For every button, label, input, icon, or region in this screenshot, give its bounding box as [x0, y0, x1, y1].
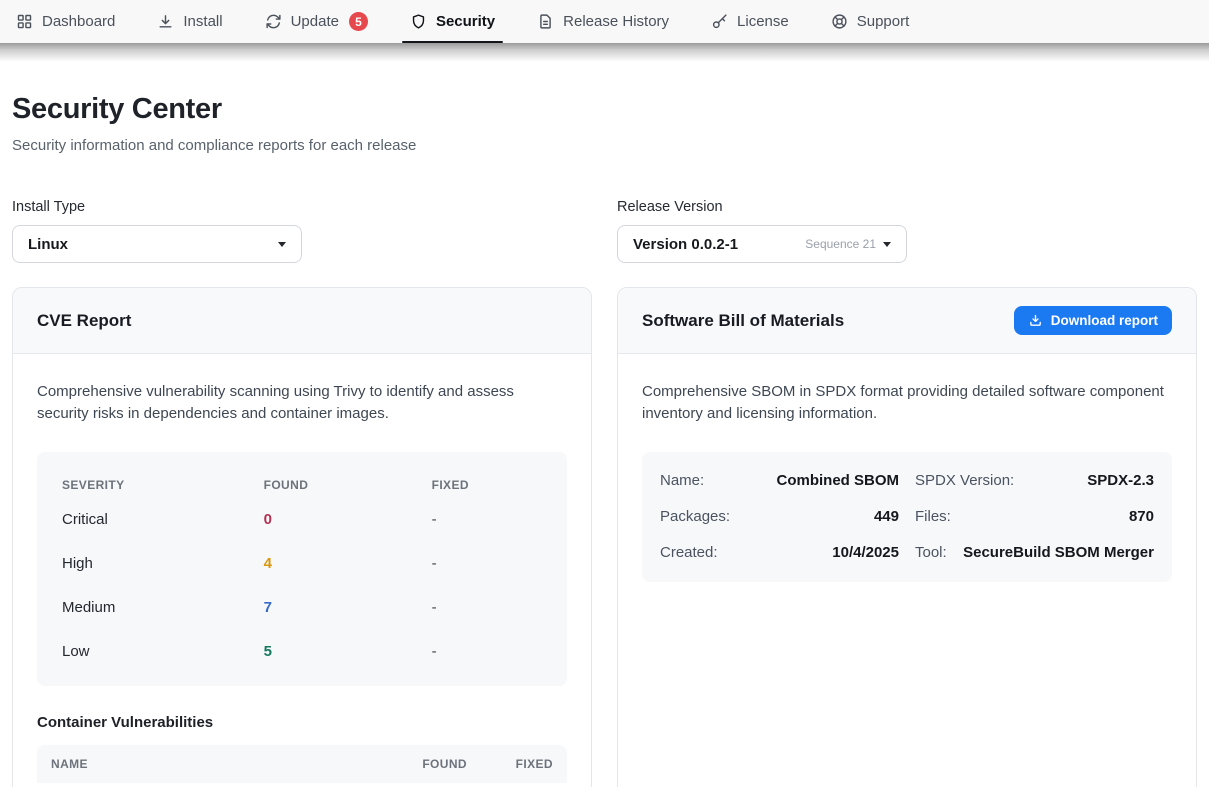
severity-row: Critical 0 -: [62, 498, 542, 542]
fixed-count: -: [432, 555, 542, 572]
cve-report-title: CVE Report: [37, 311, 131, 331]
release-version-label: Release Version: [617, 199, 1197, 215]
install-type-value: Linux: [28, 236, 68, 253]
tab-security[interactable]: Security: [410, 0, 495, 43]
tab-license[interactable]: License: [711, 0, 789, 43]
found-count: 7: [264, 599, 432, 616]
release-sequence: Sequence 21: [805, 237, 876, 251]
severity-row: Medium 7 -: [62, 586, 542, 630]
cve-report-header: CVE Report: [13, 288, 591, 354]
top-nav: Dashboard Install Update 5 Security Rele…: [0, 0, 1209, 43]
sbom-detail-value: 870: [1129, 508, 1154, 525]
severity-label: Medium: [62, 599, 264, 616]
severity-table: SEVERITY FOUND FIXED Critical 0 - High 4…: [37, 452, 567, 686]
sbom-header: Software Bill of Materials Download repo…: [618, 288, 1196, 354]
severity-label: Low: [62, 643, 264, 660]
column-header-found: FOUND: [264, 478, 432, 492]
main-content: Security Center Security information and…: [0, 93, 1209, 787]
tab-label: Security: [436, 13, 495, 30]
found-count: 5: [264, 643, 432, 660]
sbom-details-row: Packages: 449 Files: 870: [660, 499, 1154, 535]
sbom-card: Software Bill of Materials Download repo…: [617, 287, 1197, 787]
shield-icon: [410, 13, 427, 30]
sbom-details-row: Name: Combined SBOM SPDX Version: SPDX-2…: [660, 463, 1154, 499]
sbom-details: Name: Combined SBOM SPDX Version: SPDX-2…: [642, 452, 1172, 582]
download-icon: [157, 13, 174, 30]
tab-label: Dashboard: [42, 13, 115, 30]
sbom-detail-label: SPDX Version:: [915, 472, 1014, 489]
tab-label: Release History: [563, 13, 669, 30]
chevron-down-icon: [883, 242, 891, 247]
document-icon: [537, 13, 554, 30]
tab-support[interactable]: Support: [831, 0, 910, 43]
severity-label: High: [62, 555, 264, 572]
page-title: Security Center: [12, 93, 1197, 126]
tab-release-history[interactable]: Release History: [537, 0, 669, 43]
fixed-count: -: [432, 643, 542, 660]
severity-row: Low 5 -: [62, 630, 542, 674]
tab-label: Update: [291, 13, 339, 30]
column-header-fixed: FIXED: [432, 478, 542, 492]
sbom-detail-label: Packages:: [660, 508, 730, 525]
report-cards: CVE Report Comprehensive vulnerability s…: [12, 287, 1197, 787]
tab-label: Support: [857, 13, 910, 30]
sbom-detail-label: Tool:: [915, 544, 947, 561]
download-report-label: Download report: [1051, 313, 1158, 328]
download-icon: [1028, 313, 1043, 328]
sbom-description: Comprehensive SBOM in SPDX format provid…: [642, 381, 1172, 425]
sbom-detail-label: Name:: [660, 472, 704, 489]
tab-update[interactable]: Update 5: [265, 0, 368, 43]
tab-label: Install: [183, 13, 222, 30]
sbom-detail-value: 449: [874, 508, 899, 525]
tab-dashboard[interactable]: Dashboard: [16, 0, 115, 43]
container-vulnerabilities-table-header: NAME FOUND FIXED: [37, 745, 567, 783]
cve-report-description: Comprehensive vulnerability scanning usi…: [37, 381, 567, 425]
fixed-count: -: [432, 511, 542, 528]
cve-report-body: Comprehensive vulnerability scanning usi…: [13, 354, 591, 787]
refresh-icon: [265, 13, 282, 30]
lifebuoy-icon: [831, 13, 848, 30]
dashboard-grid-icon: [16, 13, 33, 30]
nav-shadow-band: [0, 43, 1209, 61]
column-header-severity: SEVERITY: [62, 478, 264, 492]
sbom-detail-value: SecureBuild SBOM Merger: [963, 544, 1154, 561]
sbom-title: Software Bill of Materials: [642, 311, 844, 331]
filters-row: Install Type Linux Release Version Versi…: [12, 199, 1197, 263]
install-type-label: Install Type: [12, 199, 592, 215]
found-count: 4: [264, 555, 432, 572]
key-icon: [711, 13, 728, 30]
release-version-filter: Release Version Version 0.0.2-1 Sequence…: [617, 199, 1197, 263]
update-count-badge: 5: [349, 12, 368, 31]
tab-label: License: [737, 13, 789, 30]
sbom-detail-label: Created:: [660, 544, 718, 561]
sbom-detail-label: Files:: [915, 508, 951, 525]
sbom-details-row: Created: 10/4/2025 Tool: SecureBuild SBO…: [660, 535, 1154, 571]
sbom-detail-value: SPDX-2.3: [1087, 472, 1154, 489]
column-header-fixed: FIXED: [497, 757, 553, 771]
install-type-select[interactable]: Linux: [12, 225, 302, 263]
severity-label: Critical: [62, 511, 264, 528]
chevron-down-icon: [278, 242, 286, 247]
tab-install[interactable]: Install: [157, 0, 222, 43]
severity-table-header: SEVERITY FOUND FIXED: [62, 472, 542, 498]
found-count: 0: [264, 511, 432, 528]
sbom-detail-value: 10/4/2025: [832, 544, 899, 561]
sbom-body: Comprehensive SBOM in SPDX format provid…: [618, 354, 1196, 609]
cve-report-card: CVE Report Comprehensive vulnerability s…: [12, 287, 592, 787]
install-type-filter: Install Type Linux: [12, 199, 592, 263]
download-report-button[interactable]: Download report: [1014, 306, 1172, 335]
release-version-value: Version 0.0.2-1: [633, 236, 738, 253]
container-vulnerabilities-title: Container Vulnerabilities: [37, 714, 567, 731]
fixed-count: -: [432, 599, 542, 616]
severity-row: High 4 -: [62, 542, 542, 586]
column-header-name: NAME: [51, 757, 375, 771]
release-version-select[interactable]: Version 0.0.2-1 Sequence 21: [617, 225, 907, 263]
column-header-found: FOUND: [405, 757, 467, 771]
page-subtitle: Security information and compliance repo…: [12, 137, 1197, 154]
sbom-detail-value: Combined SBOM: [777, 472, 900, 489]
